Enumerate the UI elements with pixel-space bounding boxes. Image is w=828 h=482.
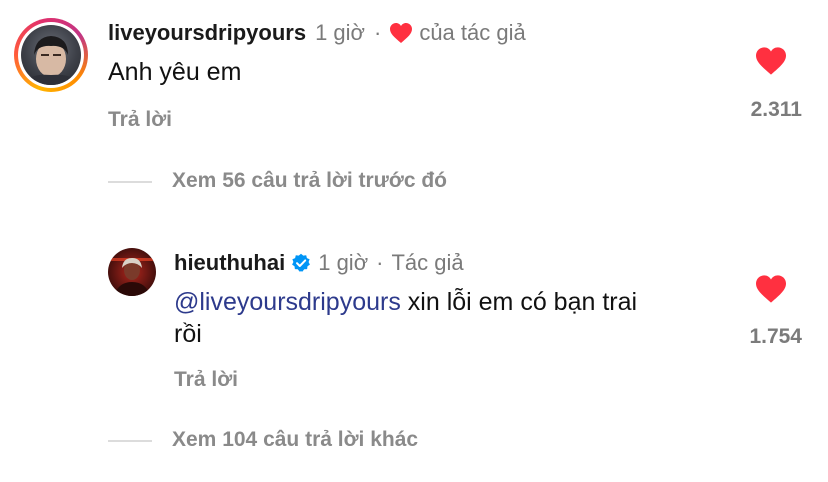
- separator-dot: ·: [376, 250, 384, 275]
- reply-text-line1: xin lỗi em có bạn trai: [400, 288, 638, 316]
- reply-reply-button[interactable]: Trả lời: [174, 368, 238, 392]
- author-liked-label: của tác giả: [419, 20, 526, 45]
- separator-dot: ·: [373, 20, 382, 45]
- divider-line: [108, 181, 152, 183]
- avatar-story-ring[interactable]: [14, 18, 88, 92]
- avatar-ring-gap: [18, 22, 84, 88]
- author-tag: Tác giả: [391, 250, 464, 275]
- reply-avatar[interactable]: [108, 248, 156, 296]
- comment-time: 1 giờ: [315, 20, 365, 45]
- view-more-replies-button[interactable]: Xem 104 câu trả lời khác: [172, 428, 418, 452]
- comment-like-heart-icon[interactable]: [754, 46, 788, 81]
- divider-line: [108, 440, 152, 442]
- author-liked-heart-icon: [389, 22, 413, 44]
- reply-like-heart-icon[interactable]: [754, 274, 788, 309]
- reply-mention-link[interactable]: @liveyoursdripyours: [174, 288, 401, 316]
- verified-badge-icon: [291, 253, 311, 273]
- avatar: [21, 25, 81, 85]
- comment-like-count: 2.311: [750, 98, 802, 121]
- comment-header: liveyoursdripyours 1 giờ · của tác giả: [108, 20, 526, 46]
- avatar-photo-icon: [21, 36, 81, 85]
- reply-text-line2: rồi: [174, 320, 202, 348]
- comment-username[interactable]: liveyoursdripyours: [108, 20, 306, 46]
- reply-username[interactable]: hieuthuhai: [174, 250, 285, 276]
- reply-time: 1 giờ: [318, 250, 369, 275]
- reply-avatar-photo-icon: [108, 258, 156, 296]
- comment-reply-button[interactable]: Trả lời: [108, 108, 172, 132]
- reply-text: @liveyoursdripyours xin lỗi em có bạn tr…: [174, 288, 637, 317]
- reply-header: hieuthuhai 1 giờ · Tác giả: [174, 250, 464, 276]
- reply-like-count: 1.754: [749, 325, 802, 348]
- view-previous-replies-button[interactable]: Xem 56 câu trả lời trước đó: [172, 169, 447, 193]
- comment-text: Anh yêu em: [108, 58, 242, 86]
